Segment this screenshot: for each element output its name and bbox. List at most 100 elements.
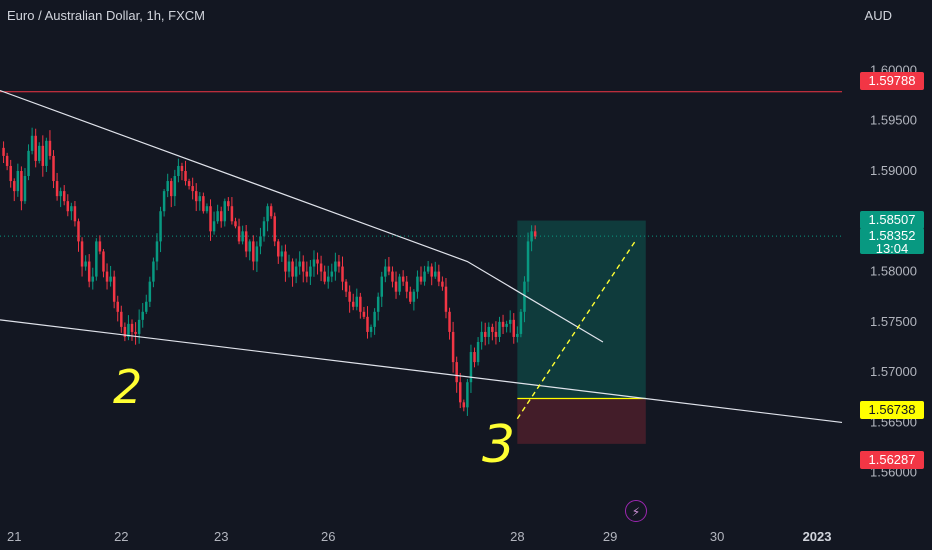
- candle-body: [30, 135, 34, 151]
- candle-body: [466, 382, 469, 408]
- symbol-title[interactable]: Euro / Australian Dollar, 1h, FXCM: [7, 8, 205, 23]
- price-chart[interactable]: 1.560001.565001.570001.575001.580001.585…: [0, 0, 932, 550]
- candle-body: [244, 231, 248, 252]
- candle-body: [430, 266, 433, 277]
- candle-body: [223, 201, 227, 222]
- candle-body: [298, 261, 301, 267]
- candle-body: [77, 221, 80, 242]
- bar-countdown: 13:04: [875, 241, 909, 256]
- candle-body: [409, 291, 412, 302]
- candle-body: [62, 191, 66, 202]
- candle-body: [426, 266, 430, 272]
- candle-body: [405, 281, 408, 292]
- chart-background: [0, 0, 932, 550]
- candle-body: [13, 181, 16, 192]
- candle-body: [255, 246, 259, 262]
- candle-body: [237, 226, 241, 242]
- candle-body: [209, 206, 212, 232]
- candle-body: [277, 241, 280, 257]
- y-tick-label: 1.57000: [870, 364, 917, 379]
- candle-body: [380, 276, 384, 297]
- candle-body: [177, 165, 180, 177]
- candle-body: [116, 301, 119, 312]
- candle-body: [87, 261, 91, 282]
- candle-body: [55, 181, 59, 197]
- candle-body: [216, 211, 219, 222]
- candle-body: [20, 170, 23, 202]
- candle-body: [259, 236, 262, 247]
- candle-body: [448, 311, 451, 332]
- candle-body: [491, 326, 494, 332]
- candle-body: [302, 261, 305, 272]
- candle-body: [316, 259, 319, 264]
- candle-body: [48, 140, 52, 156]
- candle-body: [5, 155, 9, 166]
- x-tick-label: 21: [7, 529, 21, 544]
- candle-body: [23, 176, 27, 202]
- candle-body: [487, 326, 491, 337]
- lightning-icon[interactable]: ⚡: [625, 500, 647, 522]
- candle-body: [180, 165, 184, 171]
- candle-body: [145, 301, 148, 312]
- candle-body: [359, 296, 362, 312]
- candle-body: [462, 402, 466, 408]
- candle-body: [526, 241, 530, 282]
- x-tick-label: 28: [510, 529, 524, 544]
- candle-body: [483, 331, 487, 337]
- candle-body: [212, 221, 216, 232]
- candle-body: [373, 311, 376, 327]
- candle-body: [494, 331, 498, 337]
- candle-body: [95, 241, 98, 277]
- candle-body: [351, 301, 355, 307]
- resistance-price-tag: 1.59788: [860, 72, 924, 90]
- candle-body: [512, 319, 516, 337]
- candle-body: [262, 221, 266, 237]
- candle-body: [98, 241, 102, 252]
- candle-body: [130, 323, 134, 332]
- candle-body: [369, 326, 373, 332]
- candle-body: [344, 281, 348, 292]
- candle-body: [202, 196, 205, 212]
- y-tick-label: 1.59500: [870, 113, 917, 128]
- candle-body: [194, 191, 198, 202]
- currency-label: AUD: [864, 8, 892, 23]
- candle-body: [434, 271, 437, 277]
- candle-body: [155, 241, 159, 262]
- candle-body: [423, 271, 426, 282]
- candle-body: [398, 276, 401, 292]
- candle-body: [148, 281, 152, 302]
- candle-body: [473, 352, 476, 363]
- candle-body: [187, 181, 191, 187]
- x-tick-label: 29: [603, 529, 617, 544]
- candle-body: [533, 231, 537, 237]
- candle-body: [2, 147, 5, 156]
- candle-body: [458, 382, 462, 403]
- candle-body: [501, 321, 505, 327]
- annotation-label-3: 3: [482, 415, 515, 475]
- candle-body: [284, 251, 287, 272]
- candle-body: [102, 251, 105, 272]
- candle-body: [162, 191, 166, 212]
- candle-body: [141, 311, 144, 320]
- candle-body: [287, 261, 291, 272]
- candle-body: [70, 206, 73, 212]
- candle-body: [234, 221, 237, 227]
- candle: [519, 309, 523, 338]
- candle-body: [294, 266, 298, 277]
- candle-body: [401, 276, 405, 282]
- candle-body: [444, 286, 448, 312]
- candle-body: [27, 150, 30, 177]
- candle-body: [291, 261, 294, 277]
- candle-body: [516, 333, 519, 337]
- candle-body: [159, 211, 162, 242]
- candle-body: [519, 311, 523, 334]
- candle-body: [355, 296, 359, 307]
- candle-body: [173, 176, 177, 197]
- candle-body: [9, 165, 12, 182]
- candle-body: [508, 319, 512, 324]
- candle-body: [384, 266, 387, 277]
- candle-body: [334, 261, 337, 272]
- candle-body: [451, 331, 455, 363]
- x-tick-label: 2023: [803, 529, 832, 544]
- candle-body: [191, 186, 194, 192]
